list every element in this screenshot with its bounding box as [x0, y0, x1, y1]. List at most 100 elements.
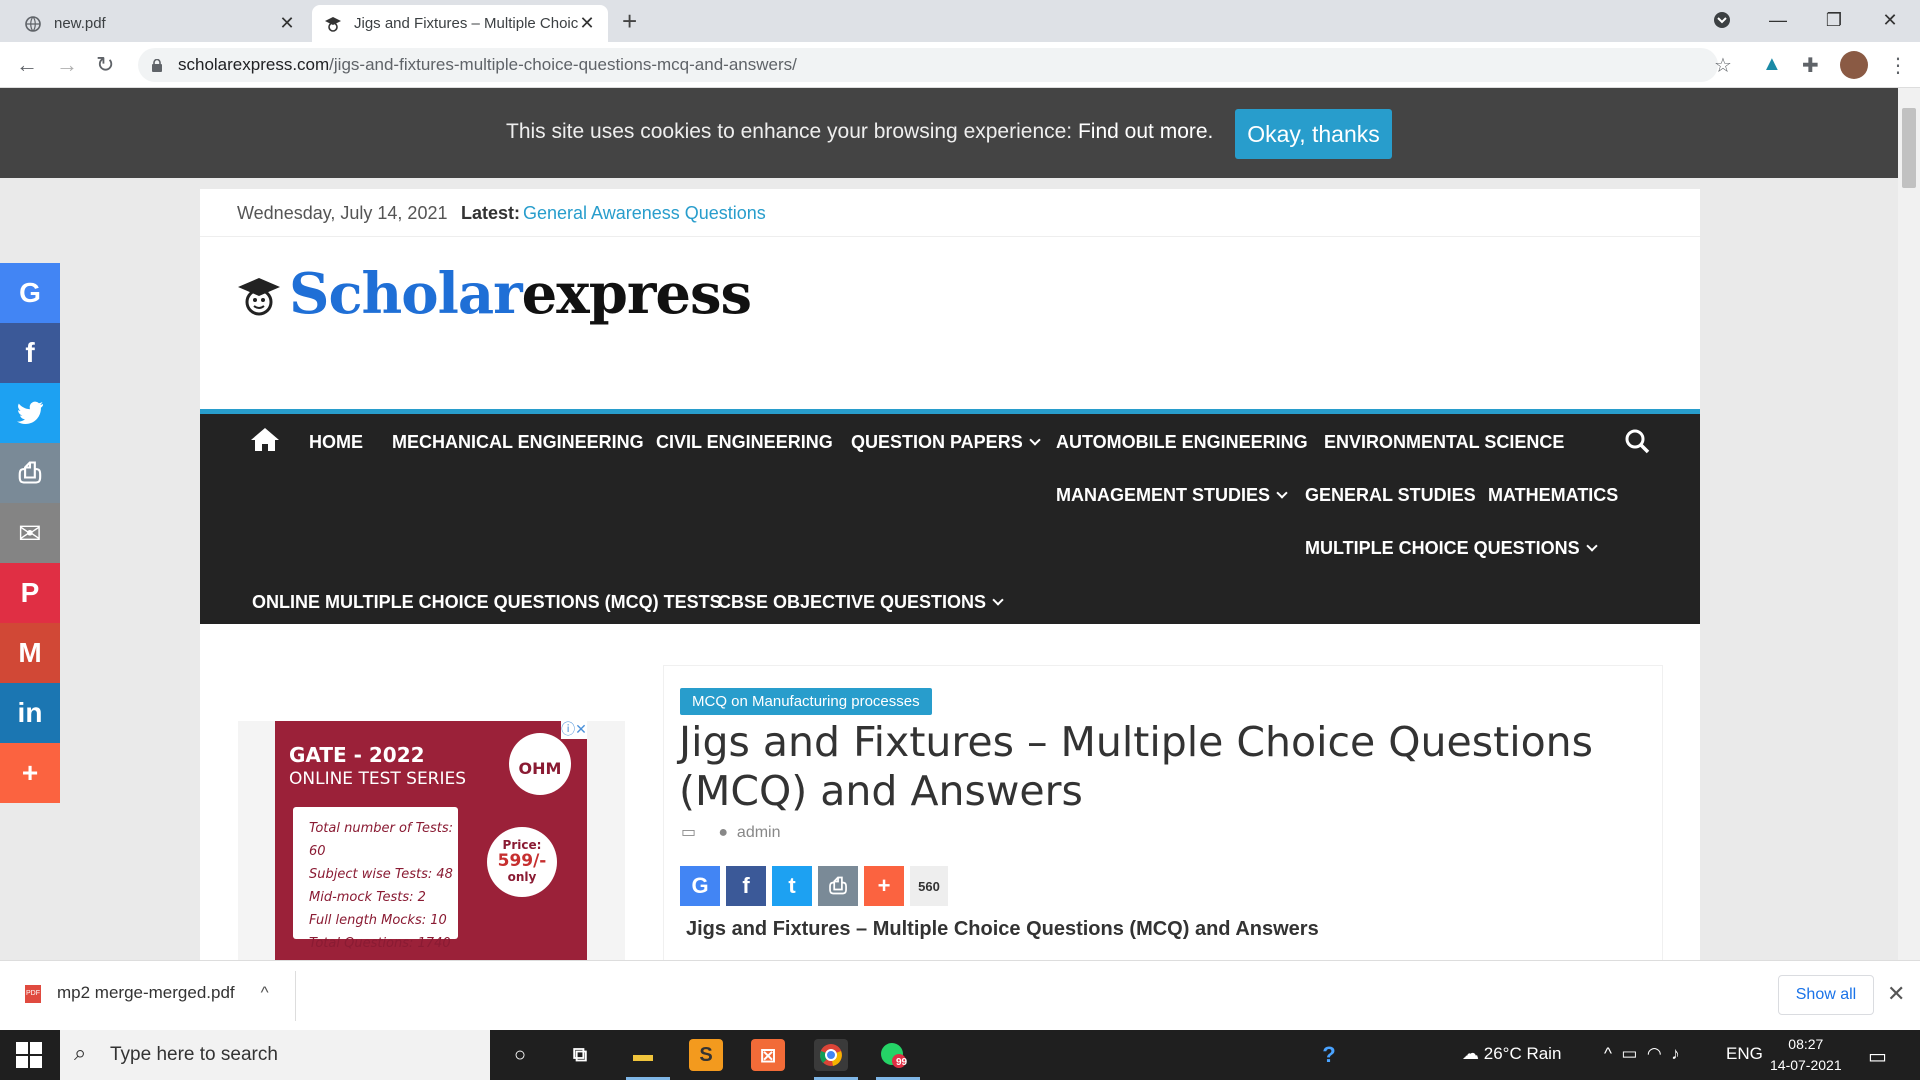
print-icon[interactable]: ⎙: [0, 443, 60, 503]
nav-management-studies[interactable]: MANAGEMENT STUDIES: [1056, 485, 1288, 506]
scholar-cap-icon: [238, 278, 280, 316]
restore-icon[interactable]: ❐: [1806, 0, 1862, 40]
extension-icon[interactable]: ▲: [1762, 53, 1782, 76]
tab-bar: new.pdf ✕ Jigs and Fixtures – Multiple C…: [0, 0, 1920, 42]
article-subtitle: Jigs and Fixtures – Multiple Choice Ques…: [686, 918, 1319, 940]
clock[interactable]: 08:27 14-07-2021: [1770, 1034, 1842, 1076]
chevron-down-icon: [1586, 540, 1598, 552]
cortana-icon[interactable]: ○: [503, 1039, 537, 1071]
nav-mechanical-engineering[interactable]: MECHANICAL ENGINEERING: [392, 432, 644, 453]
profile-avatar[interactable]: [1840, 51, 1868, 79]
file-explorer-icon[interactable]: ▬: [626, 1039, 660, 1071]
download-bar: PDF mp2 merge-merged.pdf ^ Show all ✕: [0, 960, 1920, 1030]
chevron-up-icon[interactable]: ^: [261, 983, 269, 1002]
menu-dots-icon[interactable]: ⋮: [1888, 53, 1908, 78]
gmail-share-icon[interactable]: M: [0, 623, 60, 683]
nav-online-mcq-tests[interactable]: ONLINE MULTIPLE CHOICE QUESTIONS (MCQ) T…: [252, 592, 722, 613]
email-icon[interactable]: ✉: [0, 503, 60, 563]
sublime-text-icon[interactable]: S: [689, 1039, 723, 1071]
nav-question-papers[interactable]: QUESTION PAPERS: [851, 432, 1041, 453]
ad-brand-logo: OHM: [509, 733, 571, 795]
whatsapp-icon[interactable]: 99: [876, 1039, 910, 1071]
scrollbar-thumb[interactable]: [1902, 108, 1916, 188]
print-icon[interactable]: ⎙: [818, 866, 858, 906]
cookie-message: This site uses cookies to enhance your b…: [506, 120, 1213, 144]
nav-civil-engineering[interactable]: CIVIL ENGINEERING: [656, 432, 833, 453]
search-placeholder: Type here to search: [110, 1044, 278, 1065]
find-out-more-link[interactable]: Find out more.: [1078, 120, 1213, 143]
close-download-bar-icon[interactable]: ✕: [1887, 981, 1905, 1007]
search-icon[interactable]: [1624, 428, 1650, 459]
nav-general-studies[interactable]: GENERAL STUDIES: [1305, 485, 1476, 506]
xampp-icon[interactable]: ⊠: [751, 1039, 785, 1071]
facebook-share-icon[interactable]: f: [0, 323, 60, 383]
new-tab-icon[interactable]: +: [622, 6, 637, 37]
gate-ad-banner[interactable]: GATE - 2022 ONLINE TEST SERIES Total num…: [275, 721, 587, 960]
nav-cbse-objective-questions[interactable]: CBSE OBJECTIVE QUESTIONS: [718, 592, 1004, 613]
taskbar-search-box[interactable]: ⌕ Type here to search: [60, 1030, 490, 1080]
close-tab-icon[interactable]: ✕: [578, 13, 596, 34]
notifications-icon[interactable]: ▭: [1868, 1044, 1887, 1069]
back-icon[interactable]: ←: [16, 52, 38, 78]
weather-widget[interactable]: ☁ 26°C Rain: [1462, 1044, 1561, 1064]
author-link[interactable]: admin: [737, 824, 781, 841]
home-icon[interactable]: [250, 426, 280, 457]
nav-multiple-choice-questions[interactable]: MULTIPLE CHOICE QUESTIONS: [1305, 538, 1598, 559]
tab-search-icon[interactable]: [1694, 0, 1750, 40]
cloud-rain-icon: ☁: [1462, 1044, 1484, 1063]
ad-close-icon[interactable]: ⓘ✕: [561, 721, 587, 739]
nav-label: MULTIPLE CHOICE QUESTIONS: [1305, 538, 1580, 558]
time: 08:27: [1788, 1036, 1824, 1052]
close-tab-icon[interactable]: ✕: [278, 13, 296, 34]
logo-text: Scholarexpress: [289, 261, 752, 327]
tab-jigs-fixtures[interactable]: Jigs and Fixtures – Multiple Choic ✕: [312, 5, 608, 42]
nav-home[interactable]: HOME: [309, 432, 363, 453]
help-icon[interactable]: ?: [1312, 1039, 1346, 1071]
page-scrollbar[interactable]: [1898, 88, 1920, 960]
divider: [295, 971, 296, 1021]
task-view-icon[interactable]: ⧉: [563, 1039, 597, 1071]
nav-mathematics[interactable]: MATHEMATICS: [1488, 485, 1618, 506]
show-all-button[interactable]: Show all: [1778, 975, 1874, 1015]
latest-news-link[interactable]: General Awareness Questions: [523, 203, 766, 224]
chrome-icon[interactable]: [814, 1039, 848, 1071]
google-share-icon[interactable]: G: [680, 866, 720, 906]
forward-icon[interactable]: →: [56, 52, 78, 78]
article-share-buttons: G f t ⎙ + 560: [680, 866, 948, 906]
tab-new-pdf[interactable]: new.pdf ✕: [12, 5, 308, 42]
nav-label: QUESTION PAPERS: [851, 432, 1023, 452]
cookie-banner: This site uses cookies to enhance your b…: [0, 88, 1898, 178]
ad-price-badge: Price: 599/- only: [487, 827, 557, 897]
nav-environmental-science[interactable]: ENVIRONMENTAL SCIENCE: [1324, 432, 1564, 453]
twitter-share-icon[interactable]: [0, 383, 60, 443]
twitter-share-icon[interactable]: t: [772, 866, 812, 906]
linkedin-share-icon[interactable]: in: [0, 683, 60, 743]
tab-title: Jigs and Fixtures – Multiple Choic: [354, 15, 578, 32]
category-badge[interactable]: MCQ on Manufacturing processes: [680, 688, 932, 715]
reload-icon[interactable]: ↻: [96, 52, 114, 78]
download-item[interactable]: PDF mp2 merge-merged.pdf ^: [25, 983, 269, 1003]
lock-icon[interactable]: [152, 58, 162, 77]
windows-start-icon[interactable]: [16, 1042, 42, 1068]
google-share-icon[interactable]: G: [0, 263, 60, 323]
article-meta: ▭ ● admin: [681, 822, 781, 842]
bookmark-star-icon[interactable]: ☆: [1714, 53, 1732, 78]
nav-automobile-engineering[interactable]: AUTOMOBILE ENGINEERING: [1056, 432, 1308, 453]
puzzle-icon[interactable]: ✚: [1802, 53, 1819, 78]
url-text[interactable]: scholarexpress.com/jigs-and-fixtures-mul…: [178, 55, 797, 75]
site-logo[interactable]: Scholarexpress: [236, 261, 752, 341]
facebook-share-icon[interactable]: f: [726, 866, 766, 906]
system-tray-icons[interactable]: ^ ▭ ◠ ♪: [1604, 1044, 1680, 1064]
current-date: Wednesday, July 14, 2021: [237, 203, 448, 223]
pdf-file-icon: PDF: [25, 984, 41, 1003]
more-share-icon[interactable]: +: [0, 743, 60, 803]
chevron-down-icon: [1276, 487, 1288, 499]
tab-title: new.pdf: [54, 15, 106, 32]
close-window-icon[interactable]: ✕: [1862, 0, 1918, 40]
language-indicator[interactable]: ENG: [1726, 1044, 1763, 1064]
pinterest-share-icon[interactable]: P: [0, 563, 60, 623]
web-page: This site uses cookies to enhance your b…: [0, 88, 1898, 960]
minimize-icon[interactable]: —: [1750, 0, 1806, 40]
okay-thanks-button[interactable]: Okay, thanks: [1235, 109, 1392, 159]
more-share-icon[interactable]: +: [864, 866, 904, 906]
